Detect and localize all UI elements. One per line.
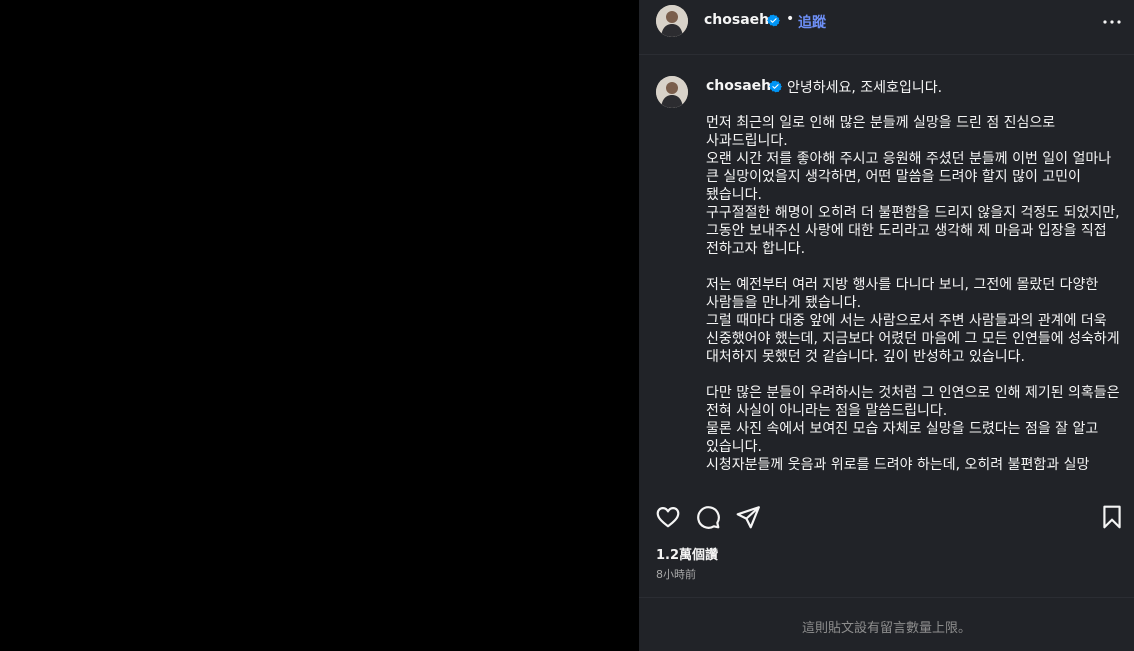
- caption-text: 먼저 최근의 일로 인해 많은 분들께 실망을 드린 점 진심으로 사과드립니다…: [706, 115, 1120, 473]
- header-separator: •: [786, 11, 795, 27]
- verified-badge-icon: [767, 14, 780, 27]
- share-icon[interactable]: [735, 504, 761, 530]
- bookmark-icon[interactable]: [1099, 504, 1125, 530]
- post-caption: chosaeho 안녕하세요, 조세호입니다. 먼저 최근의 일로 인해 많은 …: [639, 70, 1134, 490]
- post-timestamp[interactable]: 8小時前: [656, 566, 696, 582]
- follow-button[interactable]: 追蹤: [798, 12, 826, 32]
- likes-count[interactable]: 1.2萬個讚: [656, 544, 718, 563]
- comment-icon[interactable]: [695, 504, 721, 530]
- post-header: chosaeho • 追蹤: [639, 0, 1134, 44]
- header-divider: [639, 54, 1134, 55]
- comments-divider: [639, 597, 1134, 598]
- more-horizontal-icon[interactable]: [1102, 14, 1122, 30]
- caption-author-avatar[interactable]: [656, 76, 688, 108]
- caption-verified-badge-icon: [769, 80, 782, 93]
- post-media-area: [0, 0, 639, 651]
- post-action-bar: [639, 500, 1134, 534]
- heart-icon[interactable]: [655, 504, 681, 530]
- comments-limit-notice: 這則貼文設有留言數量上限。: [801, 621, 971, 636]
- caption-greeting: 안녕하세요, 조세호입니다.: [787, 80, 943, 96]
- post-side-panel: chosaeho • 追蹤 chosaeho 안녕하세요, 조세호입니다. 먼저…: [639, 0, 1134, 651]
- author-avatar[interactable]: [656, 5, 688, 37]
